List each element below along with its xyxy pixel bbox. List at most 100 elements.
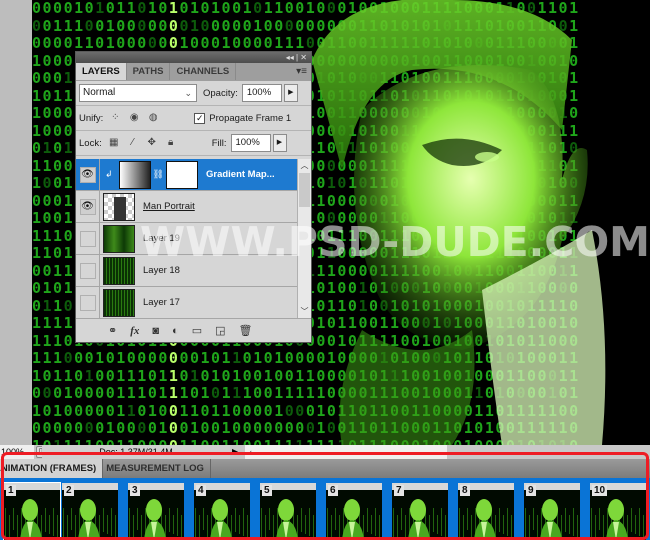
- unify-label: Unify:: [79, 112, 104, 124]
- man-portrait-thumbnail: [103, 192, 135, 221]
- fx-icon[interactable]: fx: [130, 325, 139, 337]
- tab-layers[interactable]: LAYERS: [76, 63, 127, 80]
- animation-frame-7[interactable]: 7: [392, 483, 448, 540]
- animation-frame-3[interactable]: 3: [128, 483, 184, 540]
- eye-icon: 👁︎: [79, 198, 96, 215]
- layers-scrollbar[interactable]: ︿ ﹀: [297, 159, 311, 319]
- animation-frame-9[interactable]: 9: [524, 483, 580, 540]
- lock-image-brush-icon[interactable]: ⁄: [126, 137, 140, 149]
- animation-frame-8[interactable]: 8: [458, 483, 514, 540]
- animation-frame-1[interactable]: 1: [3, 482, 61, 540]
- frame-number: 2: [64, 485, 74, 496]
- visibility-toggle[interactable]: [76, 254, 100, 287]
- lock-label: Lock:: [79, 137, 102, 149]
- status-bar: 100% ◫ Doc: 1.37M/31.4M ▶ ‹: [0, 445, 650, 459]
- add-mask-icon[interactable]: ◙: [152, 325, 159, 337]
- frame-thumbnail: [524, 490, 580, 540]
- status-menu-arrow-icon[interactable]: ▶: [232, 445, 244, 459]
- new-group-icon[interactable]: ▭: [192, 324, 202, 337]
- double-chevron-left-icon[interactable]: ◂◂: [286, 53, 294, 62]
- layer-17-thumbnail: [103, 288, 135, 317]
- visibility-toggle[interactable]: [76, 222, 100, 255]
- horizontal-scrollbar[interactable]: ‹: [245, 445, 447, 459]
- layers-panel-footer: ⚭ fx ◙ ◐ ▭ ◲ 🗑︎: [76, 318, 311, 342]
- layer-row-layer-17[interactable]: Layer 17: [76, 286, 298, 319]
- layer-mask-thumbnail[interactable]: [165, 160, 198, 189]
- lock-fill-row: Lock: ▦ ⁄ ✥ 🔒︎ Fill: 100% ▶: [76, 131, 311, 156]
- scroll-up-icon[interactable]: ︿: [298, 159, 311, 173]
- tab-animation-frames[interactable]: ANIMATION (FRAMES): [0, 459, 104, 478]
- animation-frame-6[interactable]: 6: [326, 483, 382, 540]
- layer-name: Man Portrait: [143, 201, 195, 212]
- frame-number: 10: [592, 485, 608, 496]
- man-portrait-image: [312, 0, 606, 445]
- frame-number: 4: [196, 485, 206, 496]
- lock-all-icon[interactable]: 🔒︎: [164, 137, 178, 149]
- link-chain-icon[interactable]: ⛓: [153, 169, 164, 180]
- unify-style-icon[interactable]: ◍: [146, 112, 160, 124]
- frame-number: 8: [460, 485, 470, 496]
- layer-row-layer-19[interactable]: Layer 19: [76, 222, 298, 255]
- opacity-input[interactable]: 100%: [241, 84, 282, 102]
- blend-mode-value: Normal: [83, 87, 116, 98]
- unify-row: Unify: ⁘ ◉ ◍ ✓ Propagate Frame 1: [76, 106, 311, 131]
- panel-title-bar[interactable]: ◂◂ | ✕: [76, 52, 311, 63]
- hidden-visibility-box: [79, 294, 96, 311]
- lock-position-move-icon[interactable]: ✥: [145, 137, 159, 149]
- fill-slider-button[interactable]: ▶: [272, 134, 287, 152]
- trash-icon[interactable]: 🗑︎: [239, 324, 253, 337]
- opacity-slider-button[interactable]: ▶: [283, 84, 298, 102]
- layer-row-layer-18[interactable]: Layer 18: [76, 254, 298, 287]
- zoom-level[interactable]: 100%: [0, 445, 34, 459]
- scrollbar-thumb[interactable]: [299, 173, 310, 207]
- gradient-map-thumbnail: [118, 160, 151, 189]
- opacity-label: Opacity:: [203, 87, 238, 99]
- frame-thumbnail: [128, 490, 184, 540]
- frame-thumbnail: [194, 490, 250, 540]
- visibility-toggle[interactable]: 👁︎: [76, 190, 100, 223]
- layer-name: Layer 18: [143, 265, 180, 276]
- eye-icon: 👁︎: [79, 166, 96, 183]
- frame-number: 5: [262, 485, 272, 496]
- layer-row-gradient-map[interactable]: 👁︎ ↲ ⛓ Gradient Map...: [76, 159, 298, 191]
- tab-channels[interactable]: CHANNELS: [170, 63, 237, 80]
- animation-frame-5[interactable]: 5: [260, 483, 316, 540]
- layer-row-man-portrait[interactable]: 👁︎ Man Portrait: [76, 190, 298, 223]
- blend-mode-select[interactable]: Normal ⌄: [79, 84, 197, 102]
- panel-menu-icon[interactable]: ▾≡: [296, 63, 307, 81]
- animation-frame-4[interactable]: 4: [194, 483, 250, 540]
- layer-18-thumbnail: [103, 256, 135, 285]
- frame-number: 6: [328, 485, 338, 496]
- propagate-frame-label: Propagate Frame 1: [209, 112, 292, 124]
- fill-input[interactable]: 100%: [230, 134, 271, 152]
- lock-transparent-icon[interactable]: ▦: [107, 137, 121, 149]
- tab-paths[interactable]: PATHS: [127, 63, 171, 80]
- animation-frame-2[interactable]: 2: [62, 483, 118, 540]
- unify-position-icon[interactable]: ⁘: [108, 112, 122, 124]
- frame-thumbnail: [4, 490, 60, 540]
- adjustment-layer-icon[interactable]: ◐: [172, 325, 179, 337]
- animation-frame-10[interactable]: 10: [590, 483, 646, 540]
- link-layers-icon[interactable]: ⚭: [108, 324, 117, 337]
- visibility-toggle[interactable]: 👁︎: [76, 159, 100, 191]
- hidden-visibility-box: [79, 230, 96, 247]
- new-layer-icon[interactable]: ◲: [215, 324, 225, 337]
- close-icon[interactable]: ✕: [300, 53, 307, 62]
- hidden-visibility-box: [79, 262, 96, 279]
- propagate-frame-checkbox[interactable]: ✓: [194, 112, 206, 124]
- layers-list: 👁︎ ↲ ⛓ Gradient Map... 👁︎ Man Portrait L…: [76, 159, 298, 319]
- visibility-toggle[interactable]: [76, 286, 100, 319]
- document-size-info: Doc: 1.37M/31.4M: [42, 445, 230, 459]
- layers-panel: ◂◂ | ✕ LAYERS PATHS CHANNELS ▾≡ Normal ⌄…: [75, 51, 312, 343]
- layer-name: Layer 17: [143, 297, 180, 308]
- frames-strip: 1 2 3 4 5 6 7 8 9 10: [0, 481, 650, 540]
- scroll-down-icon[interactable]: ﹀: [298, 305, 311, 319]
- layer-name: Layer 19: [143, 233, 180, 244]
- tab-measurement-log[interactable]: MEASUREMENT LOG: [103, 459, 211, 478]
- scroll-left-icon[interactable]: ‹: [249, 447, 252, 457]
- layer-19-thumbnail: [103, 224, 135, 253]
- frame-thumbnail: [458, 490, 514, 540]
- photoshop-window: 0000101011010101010010110010001001000111…: [0, 0, 650, 540]
- frame-thumbnail: [392, 490, 448, 540]
- unify-visibility-icon[interactable]: ◉: [127, 112, 141, 124]
